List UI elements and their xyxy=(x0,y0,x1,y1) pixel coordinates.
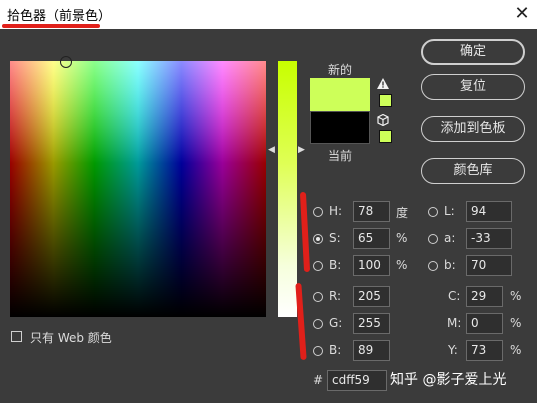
radio-a[interactable] xyxy=(428,234,438,244)
h-label: H: xyxy=(329,204,343,218)
saturation-brightness-field[interactable] xyxy=(10,61,266,317)
title-red-underline xyxy=(2,24,100,28)
h-field[interactable]: 78 xyxy=(353,201,390,222)
current-color-label: 当前 xyxy=(328,149,353,163)
b-field[interactable]: 100 xyxy=(353,255,390,276)
m-field[interactable]: 0 xyxy=(466,313,503,334)
b-label: B: xyxy=(329,258,342,272)
m-label: M: xyxy=(447,316,462,330)
radio-b[interactable] xyxy=(313,261,323,271)
y-label: Y: xyxy=(448,343,458,357)
s-unit: % xyxy=(396,231,408,245)
lab-b-label: b: xyxy=(444,258,456,272)
color-slider[interactable] xyxy=(278,61,297,317)
c-label: C: xyxy=(448,289,461,303)
r-field[interactable]: 205 xyxy=(353,286,390,307)
close-icon[interactable]: ✕ xyxy=(512,3,532,24)
warning-triangle-icon[interactable] xyxy=(377,78,389,92)
radio-r[interactable] xyxy=(313,292,323,302)
web-colors-only-checkbox[interactable] xyxy=(11,331,22,342)
new-color-label: 新的 xyxy=(328,63,353,77)
h-unit: 度 xyxy=(396,206,409,220)
radio-l[interactable] xyxy=(428,207,438,217)
rgb-b-label: B: xyxy=(329,343,342,357)
watermark-text: 知乎 @影子爱上光 xyxy=(390,372,507,388)
red-annotation-mark-rgb xyxy=(295,282,307,361)
c-field[interactable]: 29 xyxy=(466,286,503,307)
b-unit: % xyxy=(396,258,408,272)
color-libraries-button[interactable]: 颜色库 xyxy=(421,158,525,184)
add-to-swatches-button[interactable]: 添加到色板 xyxy=(421,116,525,142)
red-annotation-mark-hsb xyxy=(299,191,311,273)
a-label: a: xyxy=(444,231,456,245)
s-field[interactable]: 65 xyxy=(353,228,390,249)
lab-b-field[interactable]: 70 xyxy=(466,255,512,276)
radio-h[interactable] xyxy=(313,207,323,217)
g-field[interactable]: 255 xyxy=(353,313,390,334)
hex-field[interactable]: cdff59 xyxy=(327,370,387,391)
hex-label: # xyxy=(313,373,324,387)
web-safe-cube-icon[interactable] xyxy=(377,113,389,129)
slider-right-arrow-icon[interactable]: ▶ xyxy=(298,145,305,155)
slider-left-arrow-icon[interactable]: ◀ xyxy=(268,145,275,155)
m-unit: % xyxy=(510,316,522,330)
radio-g[interactable] xyxy=(313,319,323,329)
s-label: S: xyxy=(329,231,341,245)
l-field[interactable]: 94 xyxy=(466,201,512,222)
color-picker-cursor[interactable] xyxy=(60,56,72,68)
gamut-warning-swatch[interactable] xyxy=(379,94,392,107)
reset-button[interactable]: 复位 xyxy=(421,74,525,100)
y-unit: % xyxy=(510,343,522,357)
radio-s[interactable] xyxy=(313,234,323,244)
y-field[interactable]: 73 xyxy=(466,340,503,361)
radio-lab-b[interactable] xyxy=(428,261,438,271)
a-field[interactable]: -33 xyxy=(466,228,512,249)
web-safe-swatch[interactable] xyxy=(379,130,392,143)
c-unit: % xyxy=(510,289,522,303)
current-color-swatch[interactable] xyxy=(310,111,370,144)
new-color-swatch xyxy=(310,78,370,111)
g-label: G: xyxy=(329,316,343,330)
l-label: L: xyxy=(444,204,455,218)
web-colors-only-label: 只有 Web 颜色 xyxy=(30,331,112,345)
radio-rgb-b[interactable] xyxy=(313,346,323,356)
ok-button[interactable]: 确定 xyxy=(421,39,525,65)
rgb-b-field[interactable]: 89 xyxy=(353,340,390,361)
window-title: 拾色器（前景色） xyxy=(7,9,112,24)
r-label: R: xyxy=(329,289,342,303)
